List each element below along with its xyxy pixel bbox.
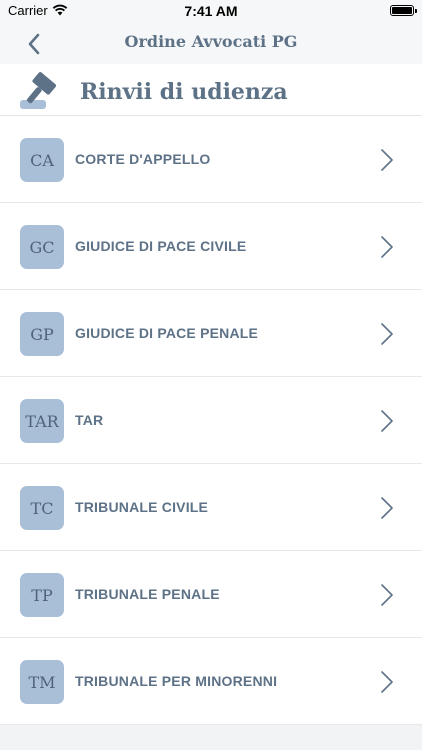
chevron-right-icon xyxy=(381,149,393,171)
list-item[interactable]: TM TRIBUNALE PER MINORENNI xyxy=(0,638,422,725)
nav-title: Ordine Avvocati PG xyxy=(124,32,298,51)
chevron-right-icon xyxy=(381,671,393,693)
chevron-right-icon xyxy=(381,584,393,606)
court-label: CORTE D'APPELLO xyxy=(75,151,211,167)
status-bar: Carrier 7:41 AM xyxy=(0,0,422,24)
battery-icon xyxy=(390,5,417,16)
court-list: CA CORTE D'APPELLO GC GIUDICE DI PACE CI… xyxy=(0,116,422,725)
list-item[interactable]: TC TRIBUNALE CIVILE xyxy=(0,464,422,551)
court-code-badge: GP xyxy=(20,312,64,356)
court-code-badge: CA xyxy=(20,138,64,182)
chevron-right-icon xyxy=(381,236,393,258)
court-label: TRIBUNALE CIVILE xyxy=(75,499,209,515)
list-item[interactable]: CA CORTE D'APPELLO xyxy=(0,116,422,203)
list-item[interactable]: GP GIUDICE DI PACE PENALE xyxy=(0,290,422,377)
clock: 7:41 AM xyxy=(184,3,238,19)
page-header: Rinvii di udienza xyxy=(0,64,422,116)
court-label: GIUDICE DI PACE CIVILE xyxy=(75,238,247,254)
list-item[interactable]: TAR TAR xyxy=(0,377,422,464)
navigation-bar: Ordine Avvocati PG xyxy=(0,24,422,64)
list-footer xyxy=(0,725,422,750)
list-item[interactable]: TP TRIBUNALE PENALE xyxy=(0,551,422,638)
court-code-badge: TM xyxy=(20,660,64,704)
page-title: Rinvii di udienza xyxy=(80,79,288,105)
court-label: GIUDICE DI PACE PENALE xyxy=(75,325,259,341)
court-code-badge: GC xyxy=(20,225,64,269)
court-label: TRIBUNALE PENALE xyxy=(75,586,220,602)
chevron-right-icon xyxy=(381,410,393,432)
chevron-right-icon xyxy=(381,323,393,345)
list-item[interactable]: GC GIUDICE DI PACE CIVILE xyxy=(0,203,422,290)
court-code-badge: TP xyxy=(20,573,64,617)
court-code-badge: TAR xyxy=(20,399,64,443)
gavel-icon xyxy=(20,72,57,109)
court-code-badge: TC xyxy=(20,486,64,530)
court-label: TAR xyxy=(75,412,104,428)
chevron-right-icon xyxy=(381,497,393,519)
court-label: TRIBUNALE PER MINORENNI xyxy=(75,673,278,689)
